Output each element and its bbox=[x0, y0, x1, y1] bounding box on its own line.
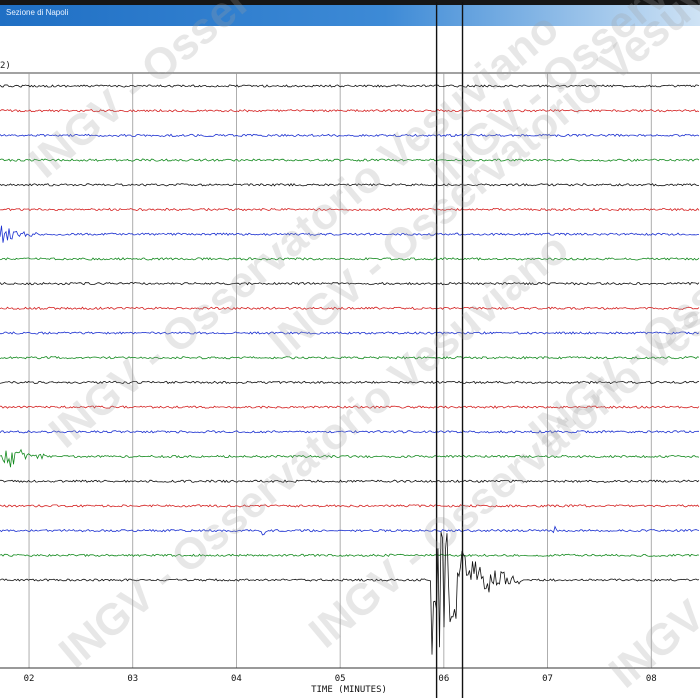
x-tick-label-03: 03 bbox=[127, 674, 139, 684]
trace-18 bbox=[0, 504, 700, 508]
x-tick-label-02: 02 bbox=[23, 674, 35, 684]
x-tick-label-07: 07 bbox=[542, 674, 553, 684]
x-tick-label-04: 04 bbox=[231, 674, 242, 684]
x-tick-label-05: 05 bbox=[334, 674, 346, 684]
trace-20 bbox=[0, 553, 700, 558]
trace-19 bbox=[0, 525, 700, 536]
trace-7 bbox=[0, 225, 700, 243]
trace-17 bbox=[0, 479, 700, 483]
x-tick-label-06: 06 bbox=[438, 674, 450, 684]
trace-11 bbox=[0, 331, 700, 335]
x-axis-label: TIME (MINUTES) bbox=[311, 685, 387, 695]
